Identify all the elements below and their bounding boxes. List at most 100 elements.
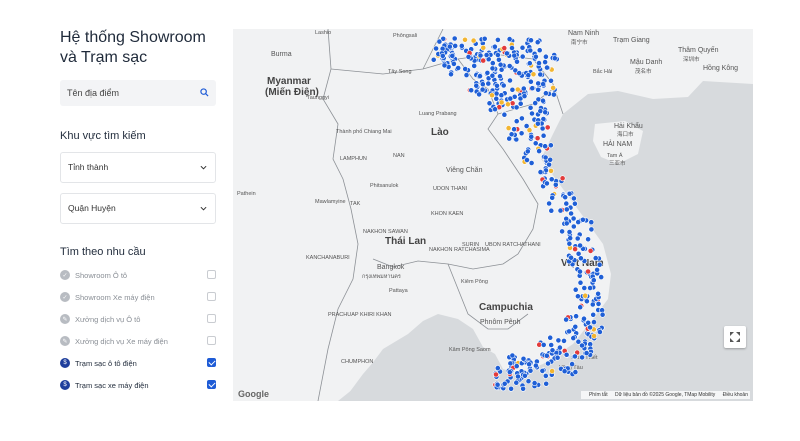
station-marker[interactable] — [540, 132, 547, 139]
station-marker[interactable] — [529, 85, 536, 92]
station-marker[interactable] — [477, 52, 484, 59]
station-marker[interactable] — [513, 379, 520, 386]
station-marker[interactable] — [572, 323, 579, 330]
station-marker[interactable] — [509, 45, 515, 51]
station-marker[interactable] — [543, 180, 550, 187]
station-marker[interactable] — [489, 92, 495, 99]
station-marker[interactable] — [439, 45, 446, 52]
station-marker[interactable] — [480, 57, 487, 64]
station-marker[interactable] — [582, 292, 589, 299]
station-marker[interactable] — [514, 86, 521, 93]
station-marker[interactable] — [489, 65, 496, 72]
station-marker[interactable] — [511, 52, 518, 59]
station-marker[interactable] — [449, 52, 456, 59]
station-marker[interactable] — [532, 140, 539, 147]
keyboard-shortcuts-link[interactable]: Phím tắt — [589, 392, 608, 398]
station-marker[interactable] — [561, 337, 567, 344]
station-marker[interactable] — [585, 236, 591, 243]
station-marker[interactable] — [579, 216, 586, 223]
map-view[interactable]: Lashio Burma Myanmar (Miến Điện) Taunggy… — [233, 29, 753, 401]
station-marker[interactable] — [548, 176, 555, 183]
station-marker[interactable] — [574, 293, 581, 300]
station-marker[interactable] — [479, 81, 486, 88]
station-marker[interactable] — [520, 355, 527, 362]
station-marker[interactable] — [436, 38, 443, 45]
station-marker[interactable] — [554, 354, 561, 361]
station-marker[interactable] — [484, 70, 491, 76]
station-marker[interactable] — [549, 347, 556, 354]
station-marker[interactable] — [577, 255, 584, 262]
station-marker[interactable] — [448, 71, 454, 78]
station-marker[interactable] — [463, 72, 470, 78]
station-marker[interactable] — [570, 215, 577, 222]
terms-link[interactable]: Điều khoản — [723, 392, 748, 398]
station-marker[interactable] — [572, 353, 578, 360]
station-marker[interactable] — [505, 125, 512, 131]
station-marker[interactable] — [468, 87, 475, 94]
station-marker[interactable] — [547, 142, 554, 149]
station-marker[interactable] — [559, 228, 565, 235]
station-marker[interactable] — [500, 82, 507, 89]
station-marker[interactable] — [588, 219, 595, 226]
checkbox[interactable] — [207, 270, 216, 279]
station-marker[interactable] — [516, 70, 523, 76]
station-marker[interactable] — [471, 63, 478, 69]
station-marker[interactable] — [528, 133, 535, 140]
station-marker[interactable] — [542, 372, 549, 379]
station-marker[interactable] — [527, 104, 534, 111]
station-marker[interactable] — [587, 324, 593, 331]
station-marker[interactable] — [540, 81, 546, 87]
station-marker[interactable] — [563, 220, 570, 227]
station-marker[interactable] — [573, 313, 579, 320]
station-marker[interactable] — [498, 92, 505, 99]
station-marker[interactable] — [570, 195, 577, 202]
station-marker[interactable] — [494, 82, 500, 89]
station-marker[interactable] — [595, 300, 602, 307]
station-marker[interactable] — [536, 148, 542, 154]
station-marker[interactable] — [441, 62, 448, 69]
station-marker[interactable] — [559, 175, 566, 182]
station-marker[interactable] — [572, 286, 579, 293]
station-marker[interactable] — [515, 373, 521, 380]
station-marker[interactable] — [493, 371, 499, 378]
station-marker[interactable] — [542, 59, 548, 65]
station-marker[interactable] — [450, 61, 457, 67]
station-marker[interactable] — [527, 78, 534, 85]
station-marker[interactable] — [534, 135, 541, 142]
station-marker[interactable] — [551, 55, 558, 62]
station-marker[interactable] — [506, 63, 513, 69]
station-marker[interactable] — [479, 86, 486, 93]
station-marker[interactable] — [592, 255, 599, 261]
station-marker[interactable] — [577, 268, 583, 275]
station-marker[interactable] — [542, 143, 548, 150]
station-marker[interactable] — [544, 124, 551, 131]
station-marker[interactable] — [548, 207, 555, 214]
station-marker[interactable] — [528, 160, 535, 166]
station-marker[interactable] — [495, 56, 502, 63]
station-marker[interactable] — [590, 277, 597, 284]
station-marker[interactable] — [452, 42, 459, 49]
station-marker[interactable] — [513, 363, 520, 369]
station-marker[interactable] — [458, 42, 465, 49]
station-marker[interactable] — [455, 65, 462, 71]
station-marker[interactable] — [550, 91, 557, 98]
station-marker[interactable] — [566, 190, 573, 197]
station-marker[interactable] — [535, 86, 541, 93]
station-marker[interactable] — [539, 367, 546, 374]
station-marker[interactable] — [517, 100, 524, 107]
station-marker[interactable] — [526, 361, 532, 368]
station-marker[interactable] — [549, 368, 555, 374]
station-marker[interactable] — [589, 301, 596, 308]
station-marker[interactable] — [439, 52, 446, 59]
station-marker[interactable] — [493, 95, 500, 102]
station-marker[interactable] — [591, 333, 597, 339]
station-marker[interactable] — [491, 43, 498, 50]
station-marker[interactable] — [521, 372, 528, 379]
station-marker[interactable] — [508, 131, 515, 138]
station-marker[interactable] — [511, 126, 517, 133]
station-marker[interactable] — [529, 110, 535, 117]
station-marker[interactable] — [498, 99, 505, 106]
station-marker[interactable] — [509, 100, 516, 107]
station-marker[interactable] — [527, 47, 534, 54]
station-marker[interactable] — [594, 266, 600, 273]
